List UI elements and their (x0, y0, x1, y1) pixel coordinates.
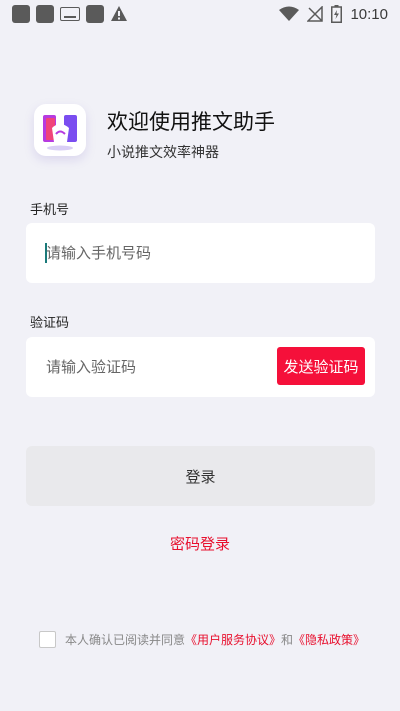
status-time: 10:10 (350, 5, 388, 23)
keyboard-icon (60, 7, 80, 21)
code-input[interactable] (46, 337, 276, 397)
notification-square-icon (86, 5, 104, 23)
page-subtitle: 小说推文效率神器 (107, 145, 219, 161)
phone-input[interactable] (46, 223, 276, 283)
battery-charging-icon (331, 5, 343, 23)
notification-square-icon (12, 5, 30, 23)
privacy-policy-link[interactable]: 《隐私政策》 (293, 631, 365, 648)
status-bar-right: 10:10 (279, 5, 388, 23)
password-login-link[interactable]: 密码登录 (0, 533, 400, 554)
agreement-checkbox[interactable] (39, 631, 56, 648)
book-hand-logo-icon (43, 115, 77, 151)
login-button[interactable]: 登录 (26, 446, 375, 506)
send-code-button[interactable]: 发送验证码 (277, 347, 365, 385)
no-signal-icon (307, 6, 324, 22)
phone-label: 手机号 (30, 203, 70, 218)
status-bar-left (12, 5, 128, 23)
code-label: 验证码 (30, 316, 70, 331)
agreement-row: 本人确认已阅读并同意 《用户服务协议》 和 《隐私政策》 (39, 631, 365, 648)
app-logo (34, 104, 86, 156)
notification-square-icon (36, 5, 54, 23)
page-title: 欢迎使用推文助手 (107, 110, 275, 134)
agreement-prefix: 本人确认已阅读并同意 (65, 633, 186, 647)
agreement-joiner: 和 (281, 633, 294, 647)
phone-input-box[interactable] (26, 223, 375, 283)
status-bar: 10:10 (0, 0, 400, 28)
wifi-icon (279, 6, 300, 21)
code-input-box[interactable]: 发送验证码 (26, 337, 375, 397)
warning-icon (111, 6, 127, 21)
user-agreement-link[interactable]: 《用户服务协议》 (185, 631, 281, 648)
